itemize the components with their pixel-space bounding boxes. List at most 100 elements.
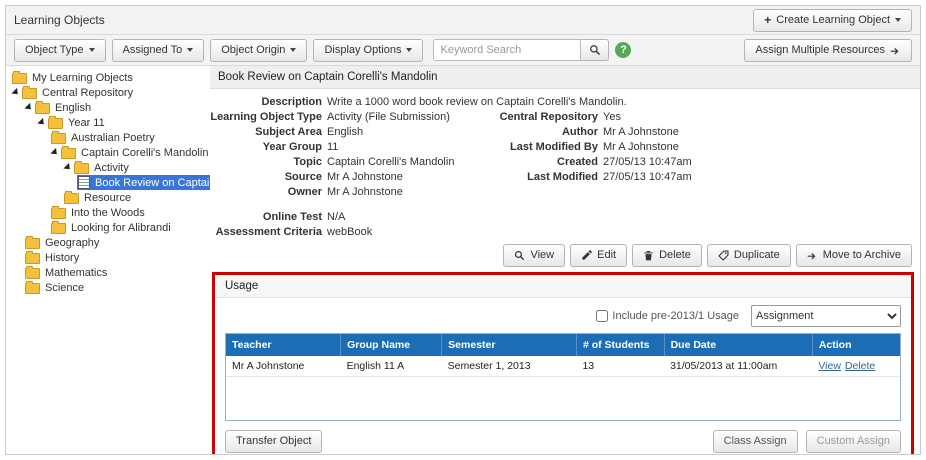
tree-item[interactable]: Activity <box>8 160 210 175</box>
help-question-glyph: ? <box>620 44 627 56</box>
field-label: Source <box>210 170 327 185</box>
cell-num-students: 13 <box>576 356 664 377</box>
toolbar: Object Type Assigned To Object Origin Di… <box>6 35 920 66</box>
tree-item-label: Mathematics <box>45 267 107 279</box>
delete-button[interactable]: Delete <box>632 244 702 267</box>
tree-item[interactable]: History <box>8 250 210 265</box>
detail-fields-right: Central RepositoryYes AuthorMr A Johnsto… <box>488 110 692 185</box>
field-value: 11 <box>327 140 338 155</box>
tree-expand-icon[interactable] <box>50 148 59 157</box>
caret-down-icon <box>89 48 95 52</box>
tree-item[interactable]: Science <box>8 280 210 295</box>
search-icon <box>589 44 601 56</box>
plus-icon: + <box>764 14 771 27</box>
field-value: Mr A Johnstone <box>603 125 679 140</box>
usage-type-select[interactable]: Assignment <box>751 305 901 327</box>
field-value: Mr A Johnstone <box>327 170 403 185</box>
tree-item-label: Geography <box>45 237 99 249</box>
document-icon <box>78 176 90 189</box>
folder-icon <box>35 103 50 114</box>
folder-icon <box>48 118 63 129</box>
display-options-dropdown[interactable]: Display Options <box>313 39 423 62</box>
trash-icon <box>643 250 654 261</box>
transfer-object-label: Transfer Object <box>236 435 311 448</box>
tree-item[interactable]: Into the Woods <box>8 205 210 220</box>
arrow-right-icon <box>807 250 818 261</box>
tree-item[interactable]: Looking for Alibrandi <box>8 220 210 235</box>
col-header-teacher: Teacher <box>226 334 341 356</box>
row-delete-link[interactable]: Delete <box>845 360 875 372</box>
tree-item[interactable]: My Learning Objects <box>8 70 210 85</box>
move-to-archive-button[interactable]: Move to Archive <box>796 244 912 267</box>
field-label: Central Repository <box>488 110 603 125</box>
tree-item[interactable]: Captain Corelli's Mandolin <box>8 145 210 160</box>
main-panel: Book Review on Captain Corelli's Mandoli… <box>210 66 920 454</box>
arrow-right-icon <box>890 45 901 56</box>
learning-objects-app: Learning Objects + Create Learning Objec… <box>5 5 921 455</box>
duplicate-button[interactable]: Duplicate <box>707 244 791 267</box>
search-button[interactable] <box>581 39 609 61</box>
include-pre-2013-checkbox[interactable] <box>596 310 608 322</box>
edit-button[interactable]: Edit <box>570 244 627 267</box>
tree-item[interactable]: Geography <box>8 235 210 250</box>
object-origin-dropdown[interactable]: Object Origin <box>210 39 307 62</box>
tree-item[interactable]: Year 11 <box>8 115 210 130</box>
field-label: Year Group <box>210 140 327 155</box>
tree-item[interactable]: Australian Poetry <box>8 130 210 145</box>
folder-icon <box>74 163 89 174</box>
caret-down-icon <box>895 18 901 22</box>
view-button[interactable]: View <box>503 244 565 267</box>
field-value: N/A <box>327 210 345 225</box>
folder-icon <box>25 238 40 249</box>
tree-item-label: Central Repository <box>42 87 133 99</box>
field-value: Mr A Johnstone <box>327 185 403 200</box>
tree-item-label: Year 11 <box>68 117 105 129</box>
caret-down-icon <box>406 48 412 52</box>
tree-item-selected[interactable]: Book Review on Captain Co <box>8 175 210 190</box>
field-value: Yes <box>603 110 621 125</box>
object-type-dropdown[interactable]: Object Type <box>14 39 106 62</box>
view-button-label: View <box>530 249 554 262</box>
edit-button-label: Edit <box>597 249 616 262</box>
create-learning-object-button[interactable]: + Create Learning Object <box>753 9 912 32</box>
col-header-due-date: Due Date <box>664 334 812 356</box>
tree-expand-icon[interactable] <box>63 163 72 172</box>
assign-multiple-label: Assign Multiple Resources <box>755 44 885 57</box>
class-assign-button[interactable]: Class Assign <box>713 430 798 453</box>
transfer-object-button[interactable]: Transfer Object <box>225 430 322 453</box>
display-options-label: Display Options <box>324 44 401 57</box>
tree-item[interactable]: Mathematics <box>8 265 210 280</box>
pencil-icon <box>581 250 592 261</box>
field-label: Topic <box>210 155 327 170</box>
field-value: Mr A Johnstone <box>603 140 679 155</box>
assigned-to-dropdown[interactable]: Assigned To <box>112 39 205 62</box>
row-view-link[interactable]: View <box>818 360 841 372</box>
tree-item[interactable]: Resource <box>8 190 210 205</box>
keyword-search-input[interactable] <box>433 39 581 61</box>
folder-icon <box>12 73 27 84</box>
include-pre-2013-checkbox-label[interactable]: Include pre-2013/1 Usage <box>596 310 739 322</box>
tree-item[interactable]: Central Repository <box>8 85 210 100</box>
tree-expand-icon[interactable] <box>37 118 46 127</box>
tree-expand-icon[interactable] <box>24 103 33 112</box>
cell-teacher: Mr A Johnstone <box>226 356 341 377</box>
field-label: Assessment Criteria <box>210 225 327 240</box>
tree-item-label: Into the Woods <box>71 207 145 219</box>
field-label: Subject Area <box>210 125 327 140</box>
tag-icon <box>718 250 729 261</box>
folder-icon <box>51 223 66 234</box>
tree-item[interactable]: English <box>8 100 210 115</box>
field-label: Created <box>488 155 603 170</box>
assign-multiple-resources-button[interactable]: Assign Multiple Resources <box>744 39 912 62</box>
custom-assign-button[interactable]: Custom Assign <box>806 430 901 453</box>
tree-expand-icon[interactable] <box>11 88 20 97</box>
col-header-group-name: Group Name <box>341 334 442 356</box>
table-row[interactable]: Mr A Johnstone English 11 A Semester 1, … <box>226 356 900 377</box>
usage-controls: Include pre-2013/1 Usage Assignment <box>215 298 911 333</box>
cell-group-name: English 11 A <box>341 356 442 377</box>
field-label: Description <box>210 95 327 110</box>
folder-icon <box>22 88 37 99</box>
folder-icon <box>25 268 40 279</box>
caret-down-icon <box>290 48 296 52</box>
help-icon[interactable]: ? <box>615 42 631 58</box>
